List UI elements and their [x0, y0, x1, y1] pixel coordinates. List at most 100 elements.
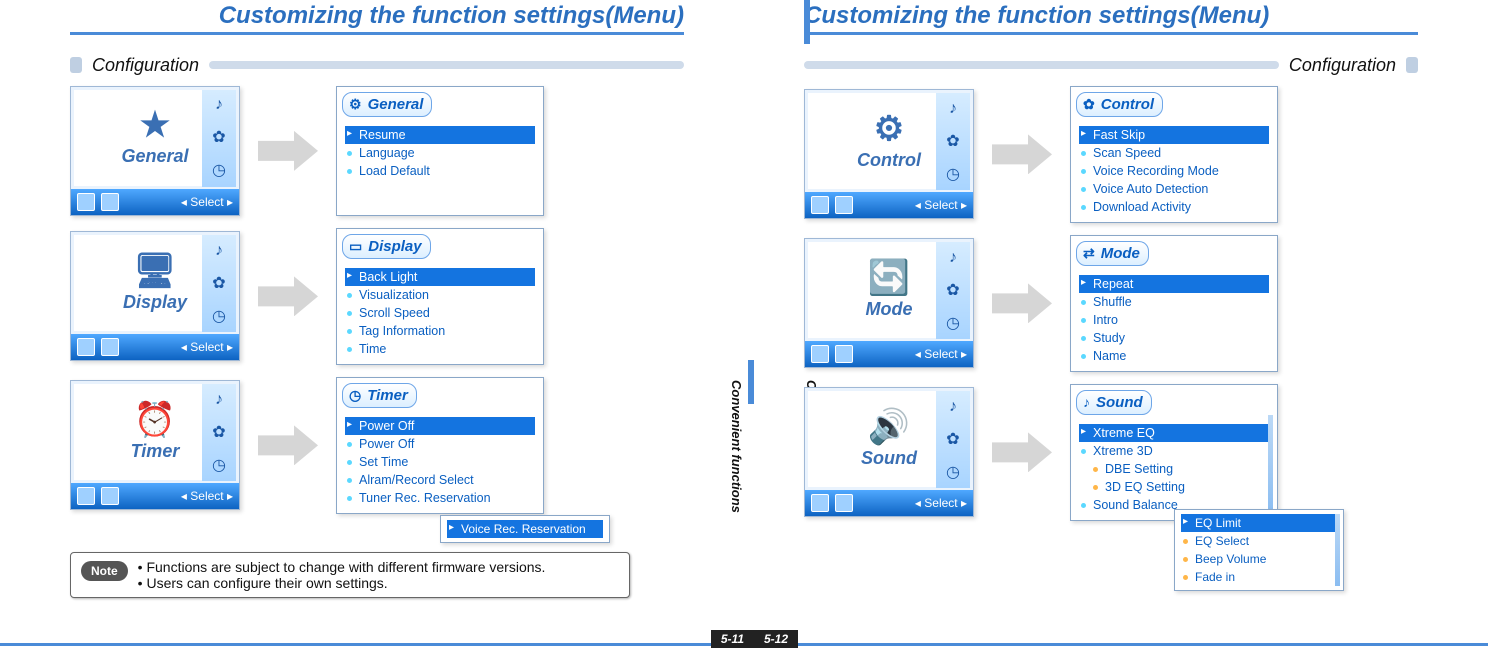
- menu-item[interactable]: Scroll Speed: [345, 304, 535, 322]
- menu-item[interactable]: Alram/Record Select: [345, 471, 535, 489]
- section-cap: [1406, 57, 1418, 73]
- note-line: Users can configure their own settings.: [138, 575, 546, 591]
- menu-item[interactable]: EQ Limit: [1181, 514, 1337, 532]
- menu-item[interactable]: EQ Select: [1181, 532, 1337, 550]
- thumb-label: General: [121, 146, 188, 167]
- menu-item[interactable]: Xtreme 3D: [1079, 442, 1269, 460]
- arrow-icon: [258, 425, 318, 465]
- menu-item[interactable]: Fade in: [1181, 568, 1337, 586]
- menu-item[interactable]: Fast Skip: [1079, 126, 1269, 144]
- menu-item[interactable]: 3D EQ Setting: [1079, 478, 1269, 496]
- thumb-side-icons: ♪✿◷: [202, 90, 236, 187]
- select-label[interactable]: Select: [915, 198, 967, 212]
- scrollbar[interactable]: [1335, 514, 1340, 586]
- thumb-side-icons: ♪✿◷: [202, 384, 236, 481]
- menu-item[interactable]: Name: [1079, 347, 1269, 365]
- panel-header-icon: ◷: [349, 387, 361, 404]
- thumb-side-icons: ♪✿◷: [936, 242, 970, 339]
- panel-header: ▭Display: [342, 234, 431, 259]
- thumb-icon: ⏰: [134, 403, 176, 437]
- note-line: Functions are subject to change with dif…: [138, 559, 546, 575]
- panel-title: Sound: [1096, 394, 1143, 411]
- panel-title: General: [368, 96, 424, 113]
- scrollbar[interactable]: [1268, 415, 1273, 514]
- menu-item[interactable]: DBE Setting: [1079, 460, 1269, 478]
- select-label[interactable]: Select: [181, 489, 233, 503]
- thumb-bottom-bar: Select: [71, 189, 239, 215]
- thumb-icon: 🔊: [868, 410, 910, 444]
- menu-item[interactable]: Study: [1079, 329, 1269, 347]
- arrow-icon: [992, 283, 1052, 323]
- thumb-label: Mode: [866, 299, 913, 320]
- menu-item[interactable]: Download Activity: [1079, 198, 1269, 216]
- menu-item[interactable]: Voice Recording Mode: [1079, 162, 1269, 180]
- thumb-side-icons: ♪✿◷: [936, 391, 970, 488]
- arrow-icon: [258, 276, 318, 316]
- select-label[interactable]: Select: [181, 340, 233, 354]
- select-label[interactable]: Select: [915, 496, 967, 510]
- panel-title: Mode: [1101, 245, 1140, 262]
- menu-item[interactable]: Xtreme EQ: [1079, 424, 1269, 442]
- menu-item[interactable]: Shuffle: [1079, 293, 1269, 311]
- menu-item[interactable]: Time: [345, 340, 535, 358]
- menu-thumbnail-timer[interactable]: ⏰ Timer ♪✿◷ Select: [70, 380, 240, 510]
- config-row: ⏰Timer♪✿◷Select◷TimerPower OffPower OffS…: [70, 377, 684, 514]
- menu-item[interactable]: Intro: [1079, 311, 1269, 329]
- section-label: Configuration: [1279, 55, 1406, 76]
- page-left: Convenient functions Customizing the fun…: [0, 0, 754, 652]
- menu-item[interactable]: Back Light: [345, 268, 535, 286]
- page-footer: 5-12: [754, 643, 1488, 646]
- select-label[interactable]: Select: [915, 347, 967, 361]
- mini-icon: [835, 494, 853, 512]
- rows-container: ★General♪✿◷Select⚙GeneralResumeLanguageL…: [70, 86, 684, 514]
- menu-item[interactable]: Voice Auto Detection: [1079, 180, 1269, 198]
- menu-item[interactable]: Repeat: [1079, 275, 1269, 293]
- side-label: Convenient functions: [729, 380, 744, 513]
- mini-icon: [811, 345, 829, 363]
- page-number: 5-12: [754, 630, 798, 648]
- submenu-panel-general: ⚙General ResumeLanguageLoad Default: [336, 86, 544, 216]
- menu-item[interactable]: Power Off: [345, 417, 535, 435]
- menu-item[interactable]: Visualization: [345, 286, 535, 304]
- thumb-label: Timer: [131, 441, 180, 462]
- thumb-label: Control: [857, 150, 921, 171]
- mini-icon: [101, 193, 119, 211]
- arrow-icon: [258, 131, 318, 171]
- thumb-bottom-bar: Select: [71, 334, 239, 360]
- panel-item-list: RepeatShuffleIntroStudyName: [1071, 275, 1277, 365]
- thumb-label: Sound: [861, 448, 917, 469]
- note-lines: Functions are subject to change with dif…: [138, 559, 546, 591]
- page-title: Customizing the function settings(Menu): [70, 0, 684, 35]
- menu-item[interactable]: Scan Speed: [1079, 144, 1269, 162]
- thumb-icon: ⚙: [874, 112, 904, 146]
- menu-item[interactable]: Resume: [345, 126, 535, 144]
- menu-item[interactable]: Load Default: [345, 162, 535, 180]
- menu-item[interactable]: Voice Rec. Reservation: [447, 520, 603, 538]
- panel-title: Control: [1101, 96, 1154, 113]
- menu-thumbnail-display[interactable]: 🖥Display♪✿◷Select: [70, 231, 240, 361]
- footer-line: [754, 643, 1488, 646]
- menu-item[interactable]: Tuner Rec. Reservation: [345, 489, 535, 507]
- submenu-panel-timer: ◷TimerPower OffPower OffSet TimeAlram/Re…: [336, 377, 544, 514]
- menu-thumbnail-control[interactable]: ⚙Control♪✿◷Select: [804, 89, 974, 219]
- panel-header: ♪Sound: [1076, 390, 1152, 415]
- panel-item-list: Power OffPower OffSet TimeAlram/Record S…: [337, 417, 543, 507]
- page-title: Customizing the function settings(Menu): [804, 0, 1418, 35]
- menu-thumbnail-mode[interactable]: 🔄Mode♪✿◷Select: [804, 238, 974, 368]
- thumb-side-icons: ♪✿◷: [202, 235, 236, 332]
- section-label: Configuration: [82, 55, 209, 76]
- menu-item[interactable]: Beep Volume: [1181, 550, 1337, 568]
- mini-icon: [811, 494, 829, 512]
- menu-item[interactable]: Language: [345, 144, 535, 162]
- arrow-icon: [992, 134, 1052, 174]
- select-label[interactable]: Select: [181, 195, 233, 209]
- menu-thumbnail-general[interactable]: ★General♪✿◷Select: [70, 86, 240, 216]
- arrow-icon: [992, 432, 1052, 472]
- panel-title: Timer: [367, 387, 408, 404]
- menu-item[interactable]: Power Off: [345, 435, 535, 453]
- mini-icon: [101, 487, 119, 505]
- menu-item[interactable]: Tag Information: [345, 322, 535, 340]
- menu-item[interactable]: Set Time: [345, 453, 535, 471]
- panel-header: ⚙General: [342, 92, 432, 117]
- menu-thumbnail-sound[interactable]: 🔊 Sound ♪✿◷ Select: [804, 387, 974, 517]
